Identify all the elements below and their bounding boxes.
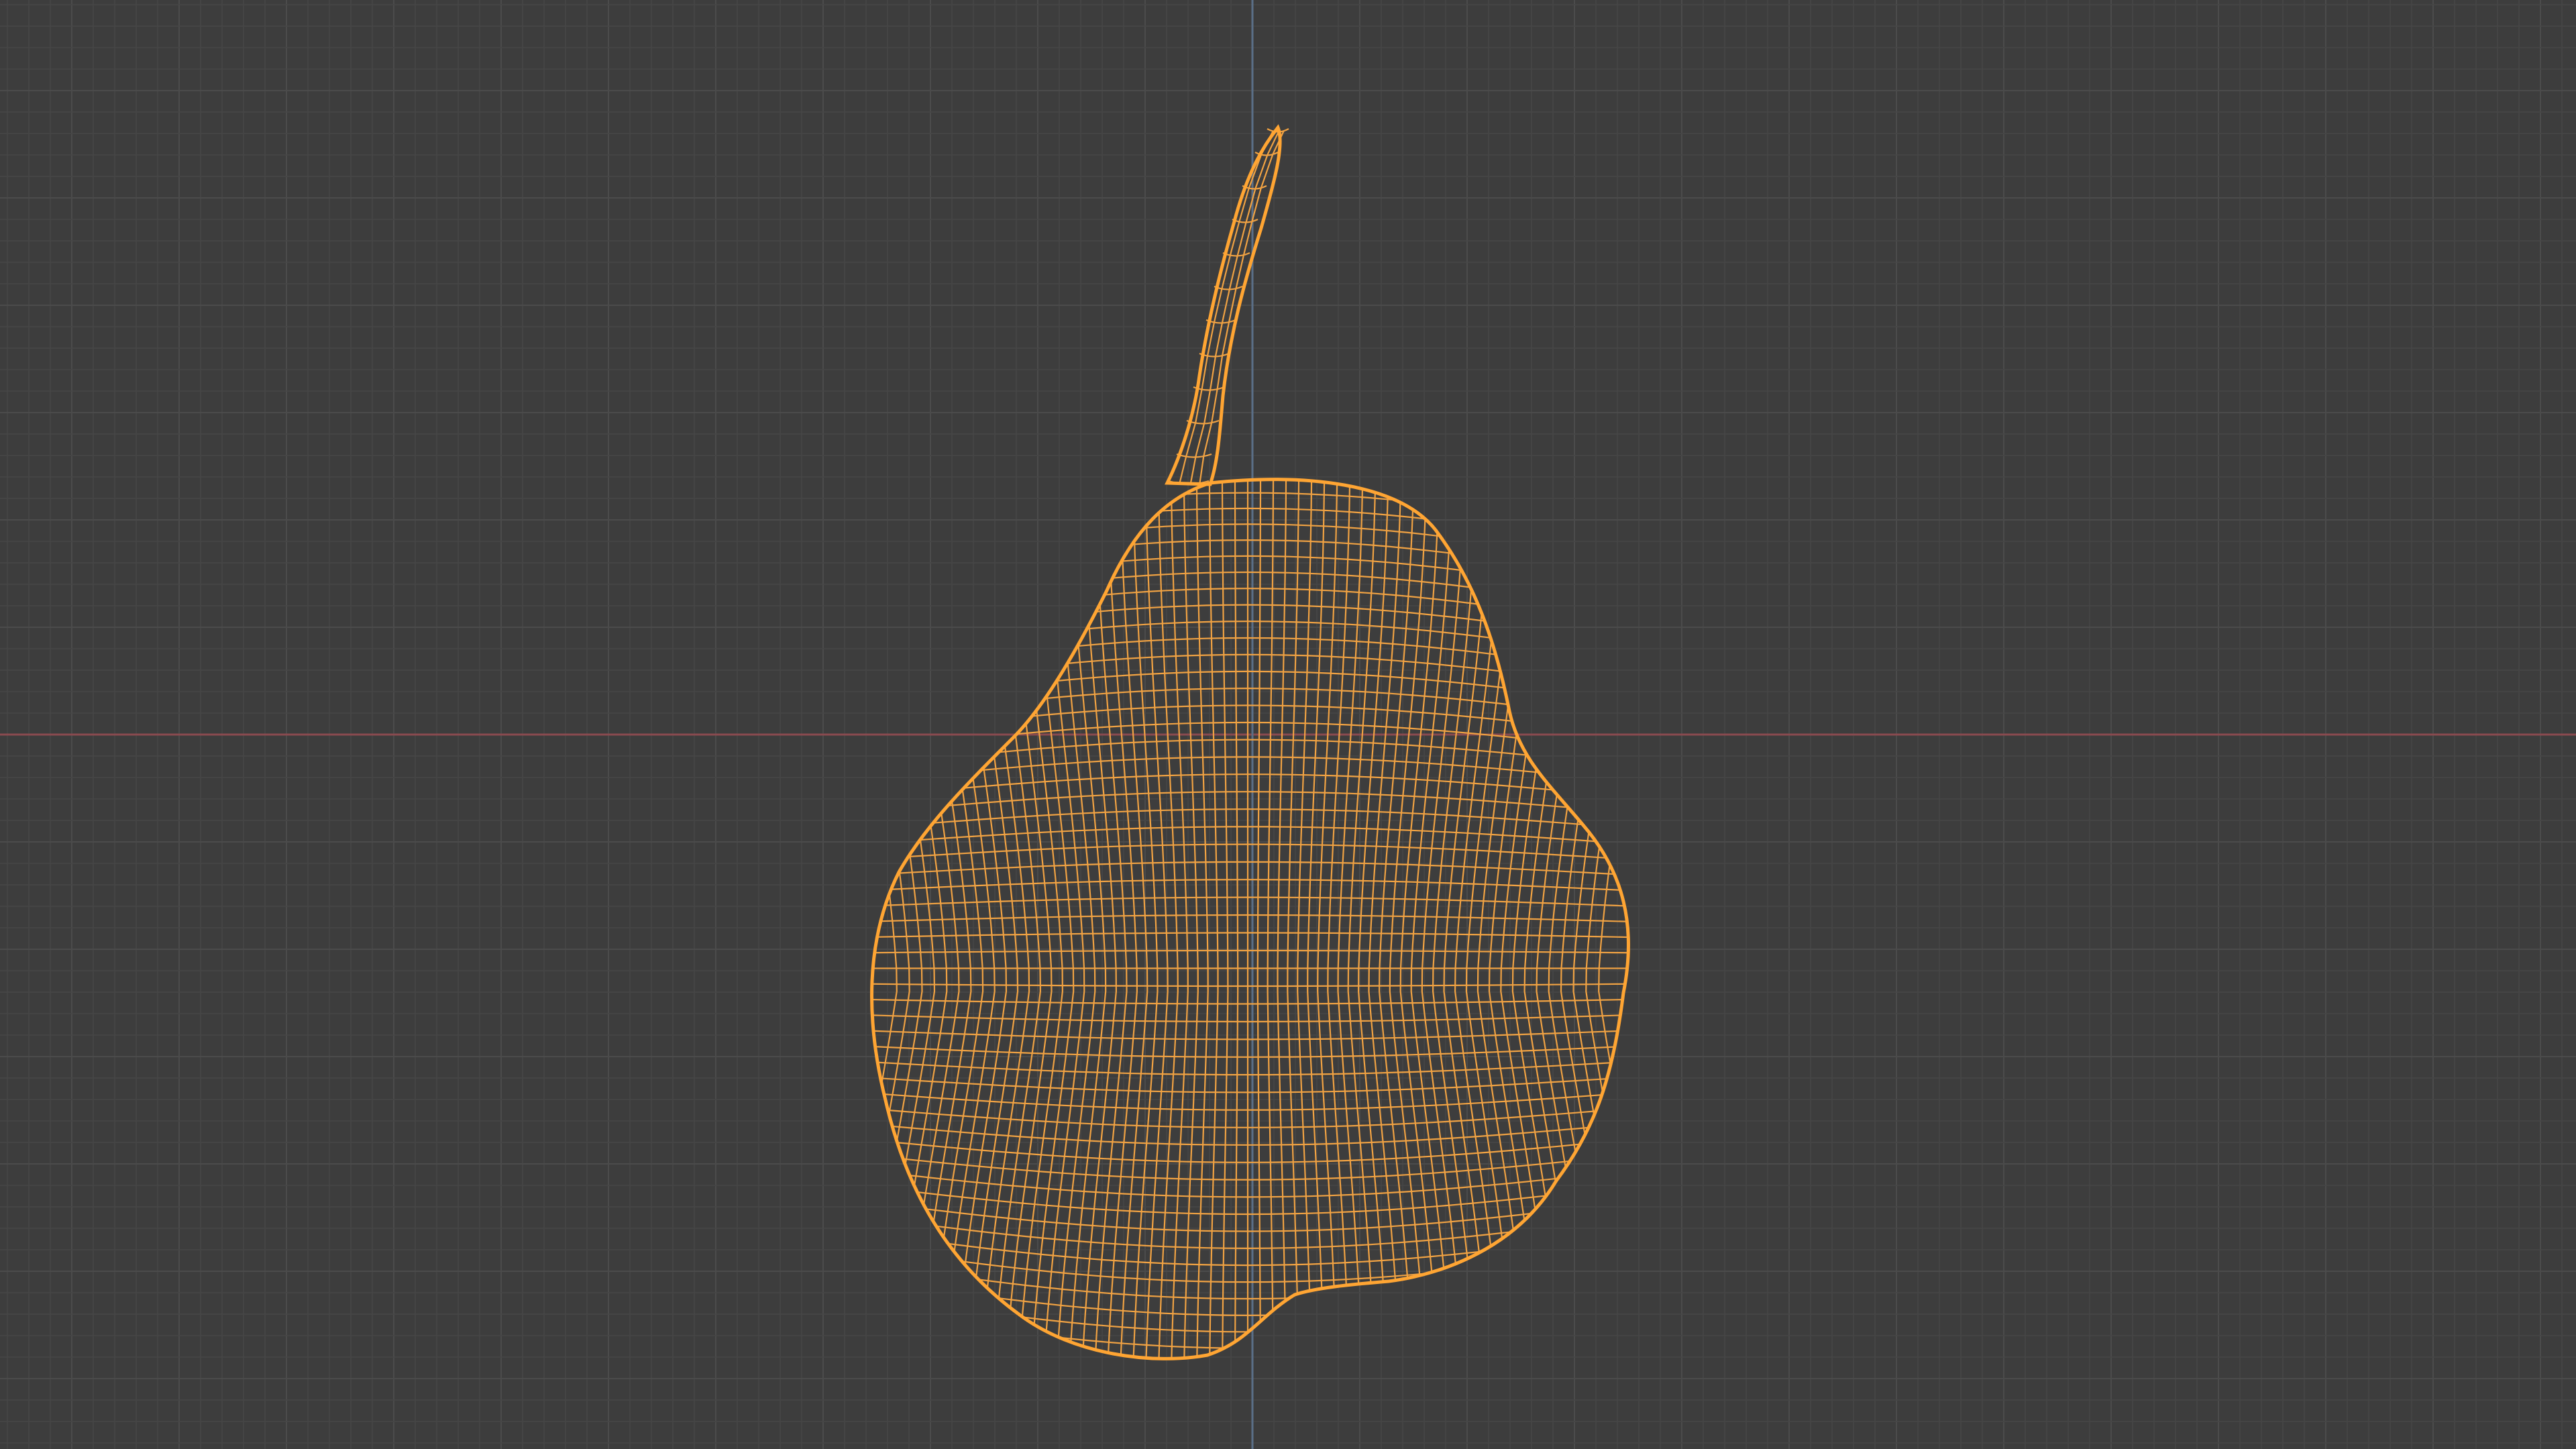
mesh-edge	[1477, 479, 1530, 1359]
mesh-edge	[978, 479, 1030, 1359]
mesh-edge	[871, 1335, 1629, 1359]
mesh-edge	[1195, 479, 1209, 1359]
mesh-edge	[1488, 479, 1543, 1359]
mesh-edge	[1004, 479, 1053, 1359]
mesh-edge	[871, 479, 898, 1359]
mesh-edge	[1144, 479, 1169, 1359]
mesh-edge	[1287, 479, 1300, 1359]
stem-rail-edge	[1189, 130, 1280, 484]
viewport-canvas[interactable]	[0, 0, 2576, 1449]
pear-body-mesh[interactable]	[839, 417, 1657, 1428]
mesh-edge	[871, 1350, 1629, 1359]
mesh-edge	[1256, 479, 1262, 1359]
3d-viewport[interactable]	[0, 0, 2576, 1449]
mesh-edge	[1277, 479, 1287, 1359]
mesh-edge	[1307, 479, 1326, 1359]
mesh-edge	[1170, 479, 1189, 1359]
mesh-edge	[1208, 479, 1219, 1359]
mesh-edge	[1016, 479, 1064, 1359]
mesh-edge	[1183, 479, 1199, 1359]
mesh-edge	[1055, 479, 1096, 1359]
mesh-edge	[1234, 479, 1239, 1359]
mesh-edge	[1267, 479, 1275, 1359]
mesh-edge	[839, 431, 1657, 478]
mesh-edge	[1500, 479, 1556, 1359]
mesh-edge	[839, 1366, 1657, 1412]
mesh-edge	[1327, 479, 1351, 1359]
mesh-edge	[1221, 479, 1229, 1359]
mesh-edge	[1585, 479, 1629, 1359]
mesh-edge	[1297, 479, 1313, 1359]
